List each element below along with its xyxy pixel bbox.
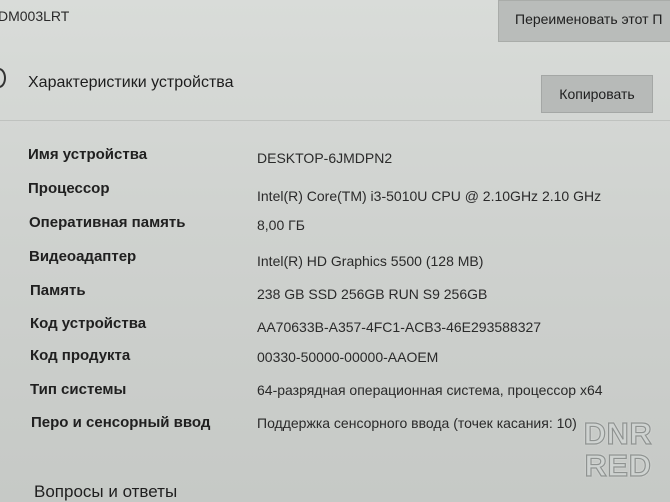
spec-label: Оперативная память (29, 214, 186, 231)
spec-value: AA70633B-A357-4FC1-ACB3-46E293588327 (257, 319, 542, 335)
spec-label: Тип системы (30, 381, 127, 398)
spec-row-system-type: Тип системы 64-разрядная операционная си… (0, 381, 670, 411)
spec-value: DESKTOP-6JMDPN2 (257, 150, 393, 166)
spec-value: 8,00 ГБ (257, 217, 305, 233)
spec-row-ram: Оперативная память 8,00 ГБ (0, 214, 670, 244)
spec-label: Память (30, 282, 86, 299)
spec-value: 238 GB SSD 256GB RUN S9 256GB (257, 286, 488, 302)
spec-label: Код устройства (30, 315, 147, 332)
device-specs-title: Характеристики устройства (28, 74, 234, 91)
spec-row-pen-touch: Перо и сенсорный ввод Поддержка сенсорно… (0, 414, 670, 444)
spec-row-product-id: Код продукта 00330-50000-00000-AAOEM (0, 347, 670, 377)
spec-label: Процессор (28, 180, 110, 197)
spec-label: Перо и сенсорный ввод (31, 414, 211, 431)
spec-label: Видеоадаптер (29, 248, 137, 265)
spec-label: Имя устройства (28, 146, 148, 163)
watermark-line-1: DNR (583, 416, 653, 451)
watermark-line-2: RED (584, 448, 652, 483)
spec-row-graphics: Видеоадаптер Intel(R) HD Graphics 5500 (… (0, 248, 670, 278)
spec-label: Код продукта (30, 347, 131, 364)
spec-value: Intel(R) Core(TM) i3-5010U CPU @ 2.10GHz… (257, 188, 602, 204)
rename-pc-button[interactable]: Переименовать этот П (498, 0, 670, 42)
spec-row-processor: Процессор Intel(R) Core(TM) i3-5010U CPU… (0, 180, 670, 210)
faq-title: Вопросы и ответы (34, 482, 178, 501)
spec-row-storage: Память 238 GB SSD 256GB RUN S9 256GB (0, 282, 670, 312)
divider (0, 120, 670, 121)
device-id-fragment: DM003LRT (0, 8, 70, 24)
spec-row-device-name: Имя устройства DESKTOP-6JMDPN2 (0, 146, 670, 176)
spec-value: Поддержка сенсорного ввода (точек касани… (257, 415, 577, 431)
spec-value: 00330-50000-00000-AAOEM (257, 349, 439, 365)
info-icon (0, 68, 6, 88)
top-strip: DM003LRT Переименовать этот П (0, 0, 670, 50)
watermark-logo: DNR RED (577, 416, 659, 486)
spec-value: Intel(R) HD Graphics 5500 (128 MB) (257, 253, 484, 269)
spec-row-device-id: Код устройства AA70633B-A357-4FC1-ACB3-4… (0, 315, 670, 345)
copy-button[interactable]: Копировать (541, 75, 653, 113)
spec-value: 64-разрядная операционная система, проце… (257, 382, 603, 398)
